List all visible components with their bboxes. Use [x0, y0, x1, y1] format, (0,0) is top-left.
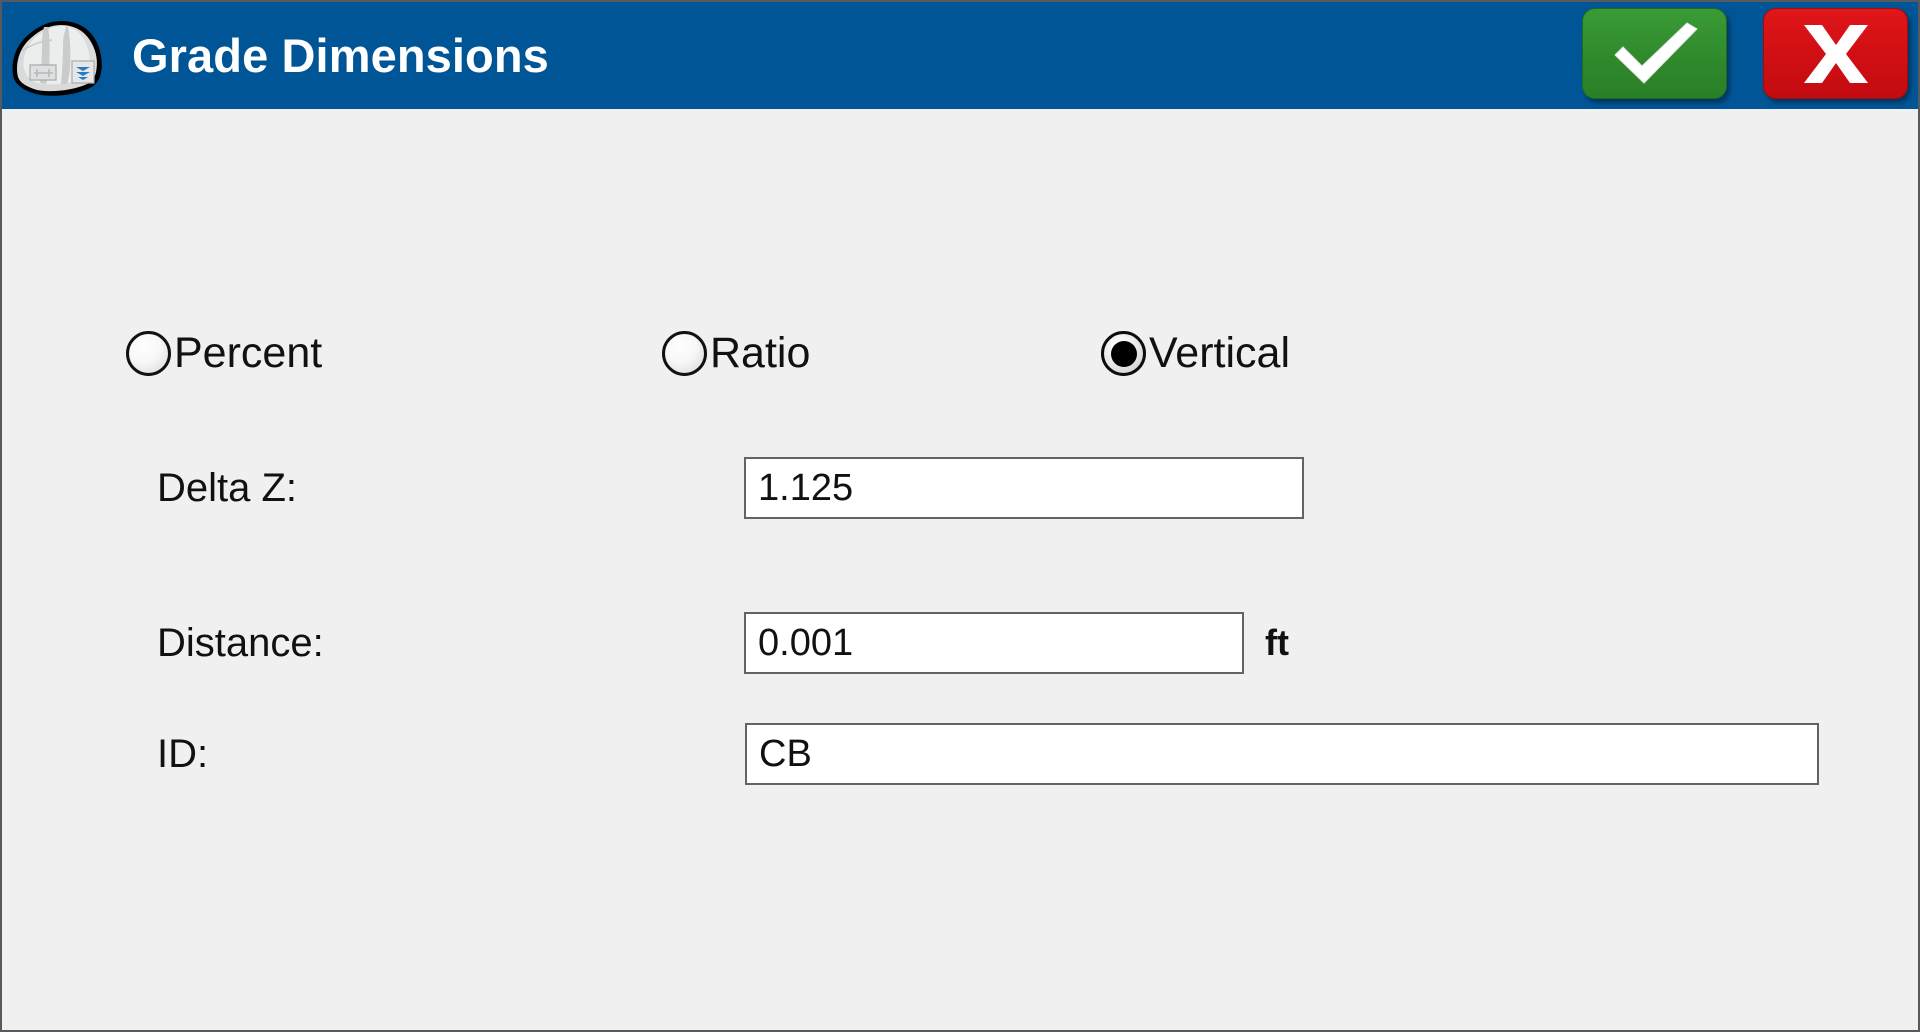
grade-dimensions-dialog: Grade Dimensions Percent Ratio Vertical …: [0, 0, 1920, 1032]
radio-option-percent[interactable]: Percent: [126, 331, 322, 376]
radio-option-vertical[interactable]: Vertical: [1101, 331, 1290, 376]
id-input[interactable]: [745, 723, 1819, 785]
accept-button[interactable]: [1582, 8, 1727, 99]
id-label: ID:: [157, 732, 209, 776]
radio-label-vertical: Vertical: [1149, 329, 1291, 377]
grade-mode-radio-group: Percent Ratio Vertical: [126, 331, 1826, 389]
title-bar: Grade Dimensions: [2, 2, 1918, 109]
dialog-body: Percent Ratio Vertical Delta Z: Distance…: [2, 109, 1918, 1030]
delta-z-label: Delta Z:: [157, 466, 298, 510]
radio-circle-icon[interactable]: [126, 331, 171, 376]
x-icon: [1803, 24, 1868, 83]
field-row-distance: Distance: ft: [157, 612, 1857, 674]
cancel-button[interactable]: [1763, 8, 1908, 99]
page-title: Grade Dimensions: [132, 29, 549, 82]
hard-hat-icon: [12, 20, 102, 96]
radio-circle-icon[interactable]: [662, 331, 707, 376]
radio-label-percent: Percent: [174, 329, 323, 377]
checkmark-icon: [1613, 21, 1698, 84]
delta-z-input[interactable]: [744, 457, 1304, 519]
distance-input[interactable]: [744, 612, 1244, 674]
radio-option-ratio[interactable]: Ratio: [662, 331, 810, 376]
titlebar-actions: [1582, 8, 1908, 99]
radio-circle-selected-icon[interactable]: [1101, 331, 1146, 376]
field-row-id: ID:: [157, 723, 1857, 785]
radio-label-ratio: Ratio: [710, 329, 811, 377]
field-row-delta-z: Delta Z:: [157, 457, 1857, 519]
distance-unit-label: ft: [1265, 622, 1289, 663]
distance-label: Distance:: [157, 621, 324, 665]
